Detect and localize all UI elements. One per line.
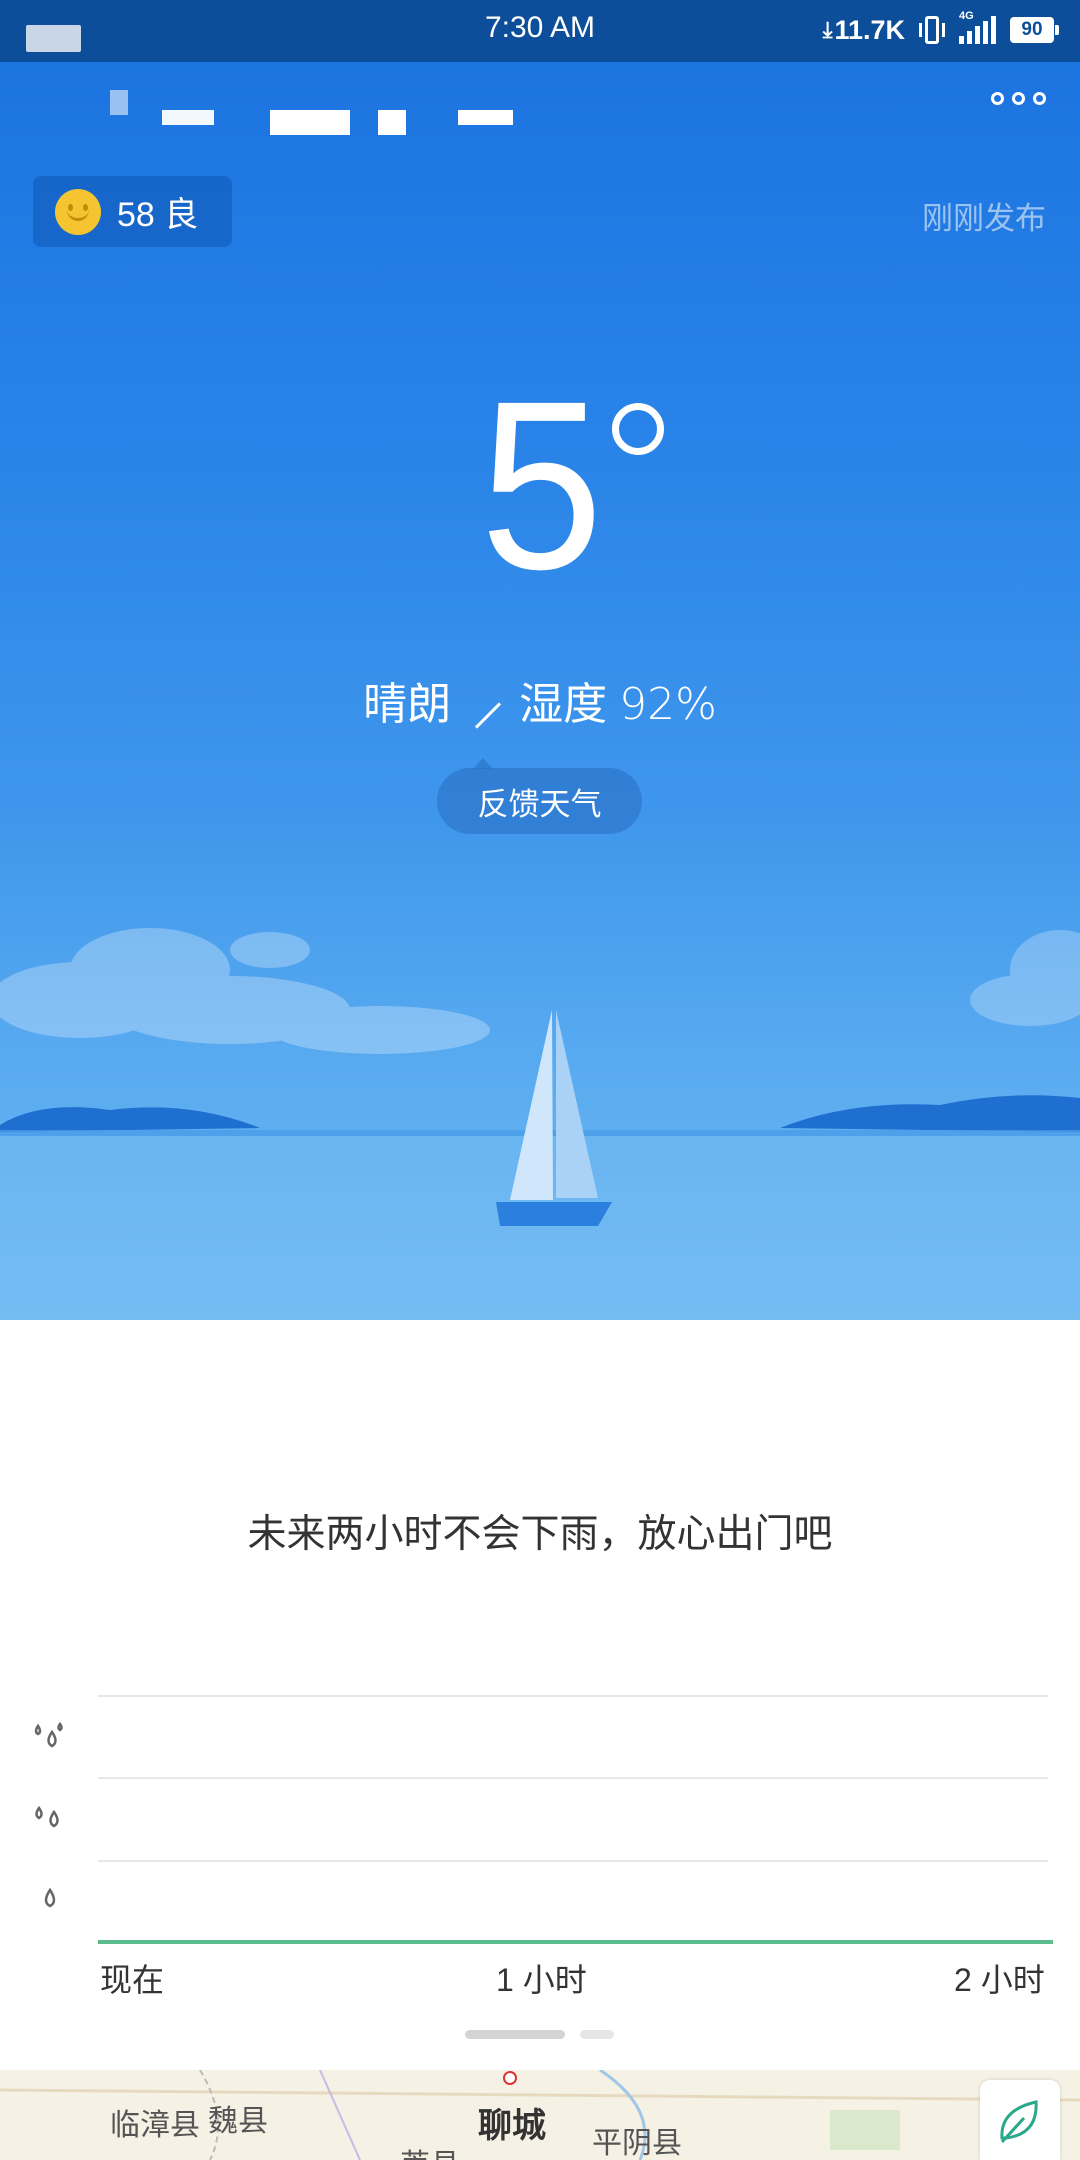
chart-gridline <box>98 1777 1048 1779</box>
island-right <box>780 1095 1080 1132</box>
page-indicator-active[interactable] <box>465 2030 565 2039</box>
feedback-weather-button[interactable]: 反馈天气 <box>437 758 642 834</box>
status-bar: 7:30 AM ⤓ 11.7K 4G 90 <box>0 0 1080 62</box>
city-name-redacted <box>110 90 128 115</box>
chart-gridline <box>98 1695 1048 1697</box>
separator <box>475 702 502 729</box>
chart-gridline <box>98 1860 1048 1862</box>
humidity-label: 湿度 <box>519 680 608 729</box>
city-name-redacted <box>270 110 350 135</box>
more-icon[interactable] <box>991 92 1046 105</box>
degree-symbol <box>612 403 664 455</box>
battery-icon: 90 <box>1010 17 1059 43</box>
condition-row: 晴朗 湿度 92% <box>0 668 1080 732</box>
precipitation-series-line <box>98 1940 1053 1944</box>
page-indicator[interactable] <box>580 2030 614 2039</box>
smile-icon <box>55 188 101 235</box>
x-label-now: 现在 <box>100 1962 165 1998</box>
city-name-redacted <box>378 110 406 135</box>
city-name-redacted <box>458 110 513 125</box>
weather-condition: 晴朗 <box>363 680 452 729</box>
x-label-2h: 2 小时 <box>954 1962 1045 1998</box>
publish-time: 刚刚发布 <box>922 201 1046 236</box>
map-layer-button[interactable] <box>980 2080 1060 2160</box>
map-label: 临漳县 <box>110 2109 200 2142</box>
aqi-text: 58 良 <box>117 196 199 234</box>
network-speed: ⤓ 11.7K <box>822 14 905 45</box>
map-label: 聊城 <box>478 2107 546 2145</box>
map-label: 平阴县 <box>592 2127 682 2160</box>
leaf-icon <box>1000 2100 1038 2144</box>
download-arrow-icon: ⤓ <box>822 17 833 42</box>
cloud-right <box>970 930 1080 1026</box>
aqi-badge[interactable]: 58 良 <box>33 176 232 247</box>
x-label-1h: 1 小时 <box>496 1962 587 1998</box>
map-label: 莘县 <box>400 2140 460 2160</box>
moderate-rain-icon <box>35 1805 59 1828</box>
island-left <box>0 1107 260 1132</box>
header <box>0 62 1080 150</box>
vibrate-icon <box>919 15 945 45</box>
city-name-redacted <box>162 110 214 125</box>
rain-forecast-message: 未来两小时不会下雨，放心出门吧 <box>247 1513 833 1556</box>
humidity-value: 92% <box>619 679 717 730</box>
heavy-rain-icon <box>34 1721 63 1748</box>
scenery-illustration <box>0 928 1080 1320</box>
light-rain-icon <box>44 1887 56 1908</box>
weather-hero: 58 良 刚刚发布 5 晴朗 湿度 92% 反馈天气 <box>0 0 1080 1320</box>
map-label: 魏县 <box>208 2105 268 2138</box>
cloud-left <box>0 928 490 1054</box>
current-temperature: 5 <box>480 351 603 619</box>
signal-icon: 4G <box>959 10 996 44</box>
radar-map[interactable]: 临漳县 魏县 聊城 平阴县 莘县 <box>0 2070 1080 2160</box>
